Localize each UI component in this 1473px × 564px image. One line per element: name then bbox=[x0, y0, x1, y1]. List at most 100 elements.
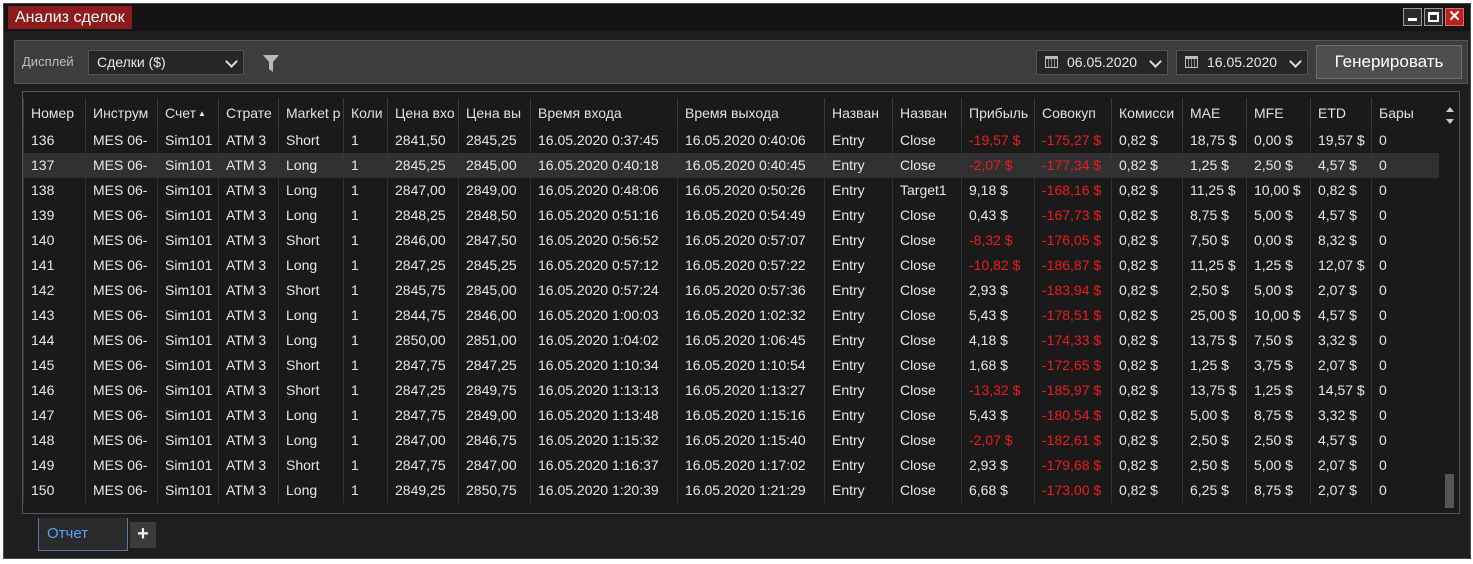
column-header-label: Комисси bbox=[1119, 105, 1175, 121]
column-header-cum-profit[interactable]: Совокуп bbox=[1034, 98, 1111, 128]
table-row[interactable]: 150 MES 06- Sim101 ATM 3 Long 1 2849,25 2850,75… bbox=[23, 478, 1439, 503]
column-header-mae[interactable]: MAE bbox=[1182, 98, 1246, 128]
column-header-label: Инструм bbox=[93, 105, 149, 121]
cell-account: Sim101 bbox=[157, 153, 218, 178]
tab-bar: Отчет + bbox=[4, 518, 1470, 558]
table-row[interactable]: 137 MES 06- Sim101 ATM 3 Long 1 2845,25 2845,00… bbox=[23, 153, 1439, 178]
column-header-bars[interactable]: Бары bbox=[1371, 98, 1439, 128]
close-icon: ✕ bbox=[1448, 8, 1461, 25]
cell-bars: 0 bbox=[1371, 478, 1439, 503]
cell-cum-profit: -178,51 $ bbox=[1034, 303, 1111, 328]
cell-exit-name: Close bbox=[892, 428, 961, 453]
cell-cum-profit: -174,33 $ bbox=[1034, 328, 1111, 353]
cell-exit-name: Close bbox=[892, 403, 961, 428]
cell-entry-time: 16.05.2020 1:13:48 bbox=[530, 403, 677, 428]
cell-bars: 0 bbox=[1371, 353, 1439, 378]
cell-exit-name: Close bbox=[892, 303, 961, 328]
date-from-picker[interactable]: 06.05.2020 bbox=[1036, 50, 1168, 75]
cell-exit-time: 16.05.2020 1:15:16 bbox=[677, 403, 824, 428]
cell-etd: 4,57 $ bbox=[1310, 303, 1371, 328]
vertical-scrollbar[interactable] bbox=[1441, 98, 1459, 510]
table-row[interactable]: 144 MES 06- Sim101 ATM 3 Long 1 2850,00 2851,00… bbox=[23, 328, 1439, 353]
cell-commission: 0,82 $ bbox=[1111, 253, 1182, 278]
column-header-exit-price[interactable]: Цена вы bbox=[458, 98, 530, 128]
column-header-label: Совокуп bbox=[1042, 105, 1096, 121]
table-row[interactable]: 141 MES 06- Sim101 ATM 3 Long 1 2847,25 2845,25… bbox=[23, 253, 1439, 278]
cell-entry-price: 2845,75 bbox=[387, 278, 458, 303]
cell-mae: 11,25 $ bbox=[1182, 178, 1246, 203]
column-header-qty[interactable]: Коли bbox=[343, 98, 387, 128]
table-row[interactable]: 143 MES 06- Sim101 ATM 3 Long 1 2844,75 2846,00… bbox=[23, 303, 1439, 328]
table-row[interactable]: 138 MES 06- Sim101 ATM 3 Long 1 2847,00 2849,00… bbox=[23, 178, 1439, 203]
cell-account: Sim101 bbox=[157, 278, 218, 303]
cell-entry-price: 2848,25 bbox=[387, 203, 458, 228]
column-header-instrument[interactable]: Инструм bbox=[85, 98, 157, 128]
column-header-exit-time[interactable]: Время выхода bbox=[677, 98, 824, 128]
cell-exit-name: Close bbox=[892, 203, 961, 228]
table-row[interactable]: 136 MES 06- Sim101 ATM 3 Short 1 2841,50 2845,2… bbox=[23, 128, 1439, 153]
scroll-up-icon[interactable] bbox=[1446, 107, 1454, 112]
column-header-commission[interactable]: Комисси bbox=[1111, 98, 1182, 128]
column-header-profit[interactable]: Прибыль bbox=[961, 98, 1034, 128]
column-header-exit-name[interactable]: Назван bbox=[892, 98, 961, 128]
column-header-entry-name[interactable]: Назван bbox=[824, 98, 892, 128]
table-row[interactable]: 146 MES 06- Sim101 ATM 3 Short 1 2847,25 2849,7… bbox=[23, 378, 1439, 403]
cell-strategy: ATM 3 bbox=[218, 203, 278, 228]
cell-entry-price: 2849,25 bbox=[387, 478, 458, 503]
cell-exit-price: 2850,75 bbox=[458, 478, 530, 503]
table-row[interactable]: 147 MES 06- Sim101 ATM 3 Long 1 2847,75 2849,00… bbox=[23, 403, 1439, 428]
cell-entry-name: Entry bbox=[824, 478, 892, 503]
cell-exit-time: 16.05.2020 0:40:06 bbox=[677, 128, 824, 153]
column-header-entry-price[interactable]: Цена вхо bbox=[387, 98, 458, 128]
scroll-down-icon[interactable] bbox=[1446, 119, 1454, 124]
cell-entry-time: 16.05.2020 1:16:37 bbox=[530, 453, 677, 478]
sort-ascending-icon: ▲ bbox=[197, 109, 206, 118]
minimize-button[interactable] bbox=[1403, 8, 1422, 26]
column-header-market-position[interactable]: Market p bbox=[278, 98, 343, 128]
cell-entry-time: 16.05.2020 1:13:13 bbox=[530, 378, 677, 403]
generate-button[interactable]: Генерировать bbox=[1316, 45, 1462, 79]
cell-market-position: Short bbox=[278, 278, 343, 303]
cell-qty: 1 bbox=[343, 353, 387, 378]
column-header-entry-time[interactable]: Время входа bbox=[530, 98, 677, 128]
table-row[interactable]: 142 MES 06- Sim101 ATM 3 Short 1 2845,75 2845,0… bbox=[23, 278, 1439, 303]
column-header-mfe[interactable]: MFE bbox=[1246, 98, 1310, 128]
close-button[interactable]: ✕ bbox=[1445, 8, 1464, 26]
table-row[interactable]: 145 MES 06- Sim101 ATM 3 Short 1 2847,75 2847,2… bbox=[23, 353, 1439, 378]
cell-entry-name: Entry bbox=[824, 203, 892, 228]
cell-entry-time: 16.05.2020 1:00:03 bbox=[530, 303, 677, 328]
cell-entry-name: Entry bbox=[824, 378, 892, 403]
column-header-num[interactable]: Номер bbox=[23, 98, 85, 128]
cell-account: Sim101 bbox=[157, 128, 218, 153]
scroll-thumb[interactable] bbox=[1445, 474, 1454, 508]
table-row[interactable]: 149 MES 06- Sim101 ATM 3 Short 1 2847,75 2847,0… bbox=[23, 453, 1439, 478]
display-select[interactable]: Сделки ($) bbox=[88, 50, 244, 75]
date-to-picker[interactable]: 16.05.2020 bbox=[1176, 50, 1308, 75]
cell-market-position: Long bbox=[278, 403, 343, 428]
cell-bars: 0 bbox=[1371, 128, 1439, 153]
cell-entry-price: 2847,75 bbox=[387, 353, 458, 378]
cell-instrument: MES 06- bbox=[85, 278, 157, 303]
tab-report[interactable]: Отчет bbox=[38, 518, 128, 551]
column-header-account[interactable]: Счет ▲ bbox=[157, 98, 218, 128]
cell-instrument: MES 06- bbox=[85, 253, 157, 278]
cell-exit-price: 2845,00 bbox=[458, 278, 530, 303]
cell-strategy: ATM 3 bbox=[218, 353, 278, 378]
cell-etd: 14,57 $ bbox=[1310, 378, 1371, 403]
cell-strategy: ATM 3 bbox=[218, 328, 278, 353]
column-header-etd[interactable]: ETD bbox=[1310, 98, 1371, 128]
table-row[interactable]: 140 MES 06- Sim101 ATM 3 Short 1 2846,00 2847,5… bbox=[23, 228, 1439, 253]
table-row[interactable]: 139 MES 06- Sim101 ATM 3 Long 1 2848,25 2848,50… bbox=[23, 203, 1439, 228]
add-tab-button[interactable]: + bbox=[130, 522, 156, 548]
cell-bars: 0 bbox=[1371, 303, 1439, 328]
chevron-down-icon bbox=[1289, 55, 1302, 68]
cell-qty: 1 bbox=[343, 403, 387, 428]
filter-icon[interactable] bbox=[263, 55, 279, 73]
column-header-strategy[interactable]: Страте bbox=[218, 98, 278, 128]
grid-header: Номер Инструм Счет ▲ Страте Market p Коли Цена … bbox=[23, 98, 1439, 128]
cell-cum-profit: -173,00 $ bbox=[1034, 478, 1111, 503]
column-header-label: MFE bbox=[1254, 105, 1284, 121]
column-header-label: Назван bbox=[832, 105, 879, 121]
table-row[interactable]: 148 MES 06- Sim101 ATM 3 Long 1 2847,00 2846,75… bbox=[23, 428, 1439, 453]
maximize-button[interactable] bbox=[1424, 8, 1443, 26]
